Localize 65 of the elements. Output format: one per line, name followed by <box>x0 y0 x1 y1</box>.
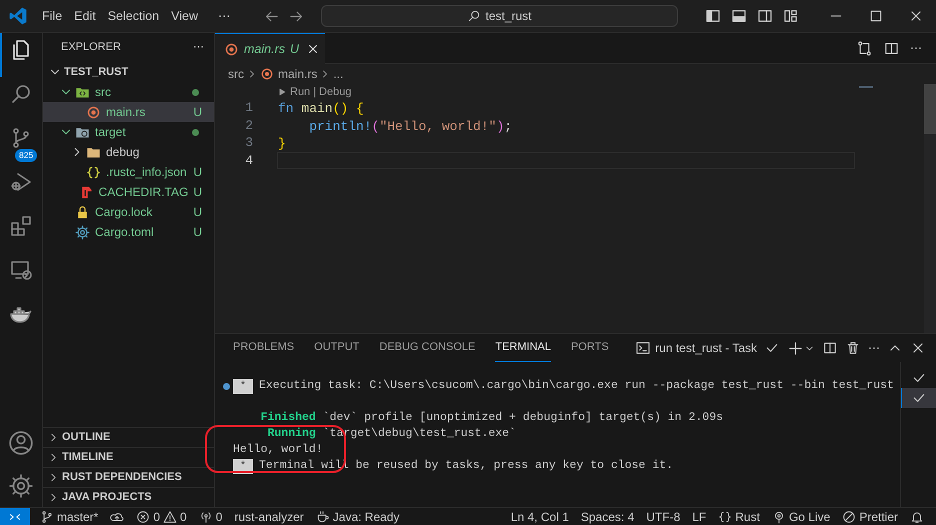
breadcrumb[interactable]: main.rs <box>260 65 318 83</box>
panel-tab[interactable]: OUTPUT <box>314 334 360 362</box>
panel-tab[interactable]: TERMINAL <box>495 334 551 362</box>
terminal-text: Hello, world! <box>232 442 323 458</box>
breadcrumb[interactable]: src <box>228 65 244 83</box>
menu-item[interactable]: File <box>36 6 68 26</box>
codelens-link[interactable]: Debug <box>319 84 352 100</box>
panel-tab[interactable]: DEBUG CONSOLE <box>379 334 476 362</box>
breadcrumb[interactable]: ... <box>333 65 344 83</box>
tree-item[interactable]: src <box>43 82 214 102</box>
menu-item[interactable]: Edit <box>68 6 102 26</box>
code-line: println!("Hello, world!"); <box>308 118 514 134</box>
status-item[interactable]: 0 <box>192 508 228 525</box>
panel-tab[interactable]: PORTS <box>570 334 609 362</box>
tree-item[interactable]: main.rs U <box>43 102 214 122</box>
panel-tab[interactable]: PROBLEMS <box>233 334 294 362</box>
task-marker: * <box>233 378 253 394</box>
more-actions-button[interactable]: ⋯ <box>193 39 204 56</box>
status-item[interactable]: Prettier <box>836 508 904 525</box>
terminal-text: Finished `dev` profile [unoptimized + debuginfo] target(s) in 2.09s <box>260 410 723 426</box>
terminal-title[interactable]: run test_rust - Task <box>655 339 757 357</box>
tree-item[interactable]: CACHEDIR.TAG U <box>43 182 214 202</box>
status-item[interactable]: rust-analyzer <box>228 508 310 525</box>
line-number: 2 <box>244 116 254 134</box>
sidebar-title: EXPLORER <box>61 40 121 56</box>
status-item[interactable]: master* <box>34 508 104 525</box>
status-item[interactable]: Spaces: 4 <box>574 508 640 525</box>
codelens-link[interactable]: Run <box>290 84 310 100</box>
line-number: 3 <box>244 134 254 152</box>
git-status: U <box>192 204 202 221</box>
section-header[interactable]: TIMELINE <box>43 447 214 467</box>
status-item[interactable]: Ln 4, Col 1 <box>504 508 575 525</box>
tree-item[interactable]: debug <box>43 142 214 162</box>
status-item[interactable]: Java: Ready <box>310 508 406 525</box>
status-item[interactable]: 0 0 <box>130 508 193 525</box>
status-item[interactable]: LF <box>686 508 712 525</box>
line-number: 4 <box>244 152 254 169</box>
git-status: U <box>290 40 300 58</box>
more-actions-button[interactable]: ⋯ <box>910 39 922 57</box>
menu-item[interactable]: View <box>165 6 204 26</box>
git-status: U <box>192 104 202 121</box>
more-menu-button[interactable]: ⋯ <box>212 6 238 26</box>
git-status: U <box>192 164 202 181</box>
line-number: 1 <box>244 99 254 116</box>
git-status: U <box>192 224 202 241</box>
menu-item[interactable]: Selection <box>102 6 166 26</box>
section-header[interactable]: RUST DEPENDENCIES <box>43 467 214 487</box>
terminal-text: Executing task: C:\Users\csucom\.cargo\bin\cargo.exe run --package test_rust --bin test_rust <box>259 378 894 394</box>
status-item[interactable]: Rust <box>712 508 766 525</box>
tree-item[interactable]: .rustc_info.json U <box>43 162 214 182</box>
git-status: U <box>192 184 202 201</box>
section-header[interactable]: OUTLINE <box>43 427 214 447</box>
count-badge: 825 <box>15 149 38 162</box>
codelens-separator: | <box>313 84 316 100</box>
code-line: fn main() { <box>277 100 365 116</box>
tree-item[interactable]: Cargo.toml U <box>43 222 214 242</box>
folder-header[interactable]: TEST_RUST <box>43 62 214 82</box>
code-line: } <box>277 135 287 152</box>
command-center-search[interactable]: test_rust <box>321 5 678 27</box>
editor-tab[interactable]: main.rs U <box>215 33 325 64</box>
tree-item[interactable]: Cargo.lock U <box>43 202 214 222</box>
more-actions-button[interactable]: ⋯ <box>868 339 880 357</box>
status-item[interactable]: Go Live <box>766 508 836 525</box>
tree-item[interactable]: target <box>43 122 214 142</box>
status-item[interactable]: UTF-8 <box>640 508 686 525</box>
